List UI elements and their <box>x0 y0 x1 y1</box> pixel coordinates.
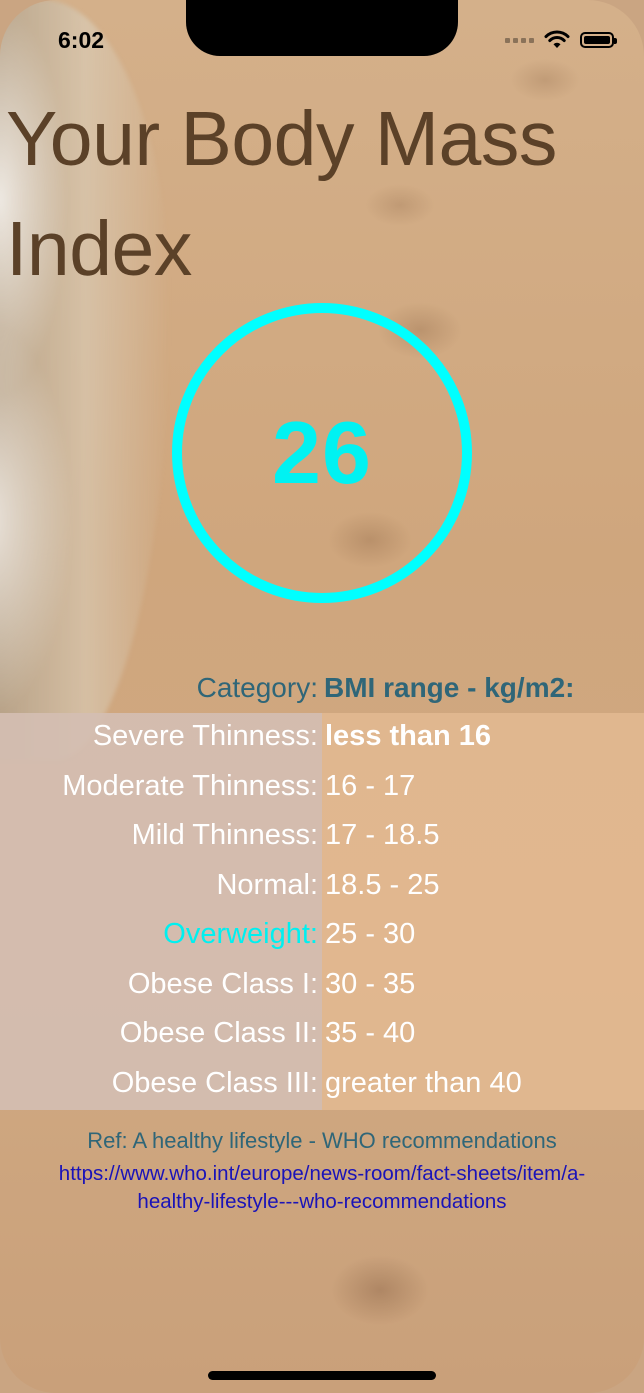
table-row: Moderate Thinness: 16 - 17 <box>0 763 644 813</box>
cellular-signal-icon <box>505 37 534 43</box>
bmi-table-header: Category: BMI range - kg/m2: <box>0 668 644 712</box>
table-row: Mild Thinness: 17 - 18.5 <box>0 812 644 862</box>
row-category: Moderate Thinness: <box>62 770 318 802</box>
header-range: BMI range - kg/m2: <box>324 672 575 703</box>
row-range: greater than 40 <box>325 1067 522 1099</box>
row-range: 17 - 18.5 <box>325 819 440 851</box>
row-category: Normal: <box>216 869 318 901</box>
header-category: Category: <box>196 672 318 703</box>
row-category: Obese Class III: <box>111 1067 318 1099</box>
row-range: 30 - 35 <box>325 968 416 1000</box>
battery-icon <box>580 32 617 48</box>
reference-text: Ref: A healthy lifestyle - WHO recommend… <box>87 1128 557 1153</box>
home-indicator[interactable] <box>208 1371 436 1380</box>
table-row: Obese Class II: 35 - 40 <box>0 1010 644 1060</box>
row-range: 35 - 40 <box>325 1017 416 1049</box>
table-row: Normal: 18.5 - 25 <box>0 862 644 912</box>
reference-link[interactable]: https://www.who.int/europe/news-room/fac… <box>0 1160 644 1216</box>
status-icons <box>505 30 617 50</box>
notch <box>186 0 458 56</box>
row-range: less than 16 <box>325 720 492 752</box>
bmi-value: 26 <box>272 403 372 502</box>
app-screen: 6:02 Your Body Mass Index 26 Category: B… <box>0 0 644 1393</box>
table-row: Severe Thinness: less than 16 <box>0 713 644 763</box>
status-time: 6:02 <box>58 27 105 53</box>
row-category: Mild Thinness: <box>131 819 318 851</box>
bmi-result-ring: 26 <box>172 303 472 603</box>
page-title: Your Body Mass Index <box>6 96 557 292</box>
row-range: 16 - 17 <box>325 770 416 802</box>
row-category: Obese Class I: <box>127 968 318 1000</box>
table-row: Obese Class I: 30 - 35 <box>0 961 644 1011</box>
row-category: Severe Thinness: <box>92 720 318 752</box>
status-bar: 6:02 <box>0 0 644 84</box>
bmi-category-table: Severe Thinness: less than 16 Moderate T… <box>0 713 644 1110</box>
table-row-current: Overweight: 25 - 30 <box>0 911 644 961</box>
table-row: Obese Class III: greater than 40 <box>0 1060 644 1110</box>
row-range: 25 - 30 <box>325 918 416 950</box>
wifi-icon <box>544 30 570 48</box>
row-category-highlighted: Overweight: <box>163 918 318 950</box>
reference-link-line1[interactable]: https://www.who.int/europe/news-room/fac… <box>0 1160 644 1188</box>
reference-link-line2[interactable]: healthy-lifestyle---who-recommendations <box>0 1188 644 1216</box>
row-category: Obese Class II: <box>119 1017 318 1049</box>
row-range: 18.5 - 25 <box>325 869 440 901</box>
